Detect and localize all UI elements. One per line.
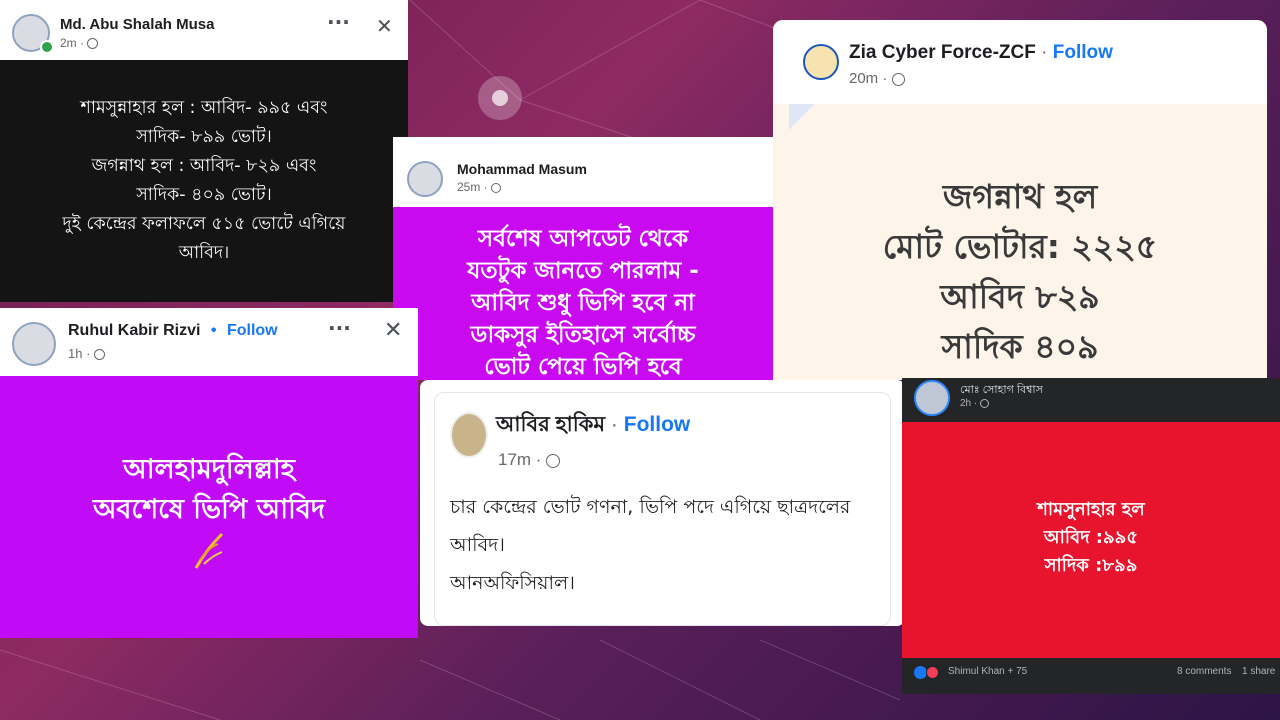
love-reaction-icon[interactable] xyxy=(926,666,939,679)
post-header: Md. Abu Shalah Musa 2m · ··· ✕ xyxy=(0,0,408,60)
post-text-line: চার কেন্দ্রের ভোট গণনা, ভিপি পদে এগিয়ে … xyxy=(450,496,851,518)
post-meta: 20m · xyxy=(849,70,905,87)
globe-icon xyxy=(87,38,99,50)
post-text-line: মোট ভোটার: ২২২৫ xyxy=(882,227,1158,266)
follow-button[interactable]: Follow xyxy=(1053,42,1113,63)
post-meta: 2h · xyxy=(960,398,990,409)
author-name: Ruhul Kabir Rizvi • Follow xyxy=(68,322,278,340)
post-header: Ruhul Kabir Rizvi • Follow 1h · ··· ✕ xyxy=(0,308,418,376)
post-header: Mohammad Masum 25m · xyxy=(393,137,773,207)
post-body: শামসুনাহার হল আবিদ :৯৯৫ সাদিক :৮৯৯ xyxy=(902,496,1280,580)
post-text-line: আবিদ। xyxy=(450,534,505,556)
post-text-line: শামসুনাহার হল xyxy=(1037,499,1145,520)
post-text-line: ভোট পেয়ে ভিপি হবে xyxy=(484,354,682,380)
post-text-line: সাদিক :৮৯৯ xyxy=(1044,555,1138,576)
post-body: শামসুন্নাহার হল : আবিদ- ৯৯৫ এবং সাদিক- ৮… xyxy=(0,94,408,268)
post-card-abir: আবির হাকিম · Follow 17m · চার কেন্দ্রের … xyxy=(420,380,905,626)
more-options-icon[interactable]: ··· xyxy=(327,10,350,34)
author-name: Zia Cyber Force-ZCF · Follow xyxy=(849,42,1113,64)
post-text-line: সাদিক ৪০৯ xyxy=(941,327,1099,366)
post-time[interactable]: 2m xyxy=(60,36,77,50)
globe-icon xyxy=(491,182,502,193)
post-text-line: আনঅফিসিয়াল। xyxy=(450,572,575,594)
post-body: সর্বশেষ আপডেট থেকে যতটুক জানতে পারলাম - … xyxy=(393,223,773,380)
post-card-zcf: Zia Cyber Force-ZCF · Follow 20m · জগন্ন… xyxy=(773,20,1267,380)
post-time[interactable]: 25m xyxy=(457,180,480,194)
globe-icon xyxy=(891,72,905,86)
avatar[interactable] xyxy=(803,44,839,80)
post-text-line: সাদিক- ৪০৯ ভোট। xyxy=(136,185,272,205)
post-text-line: সাদিক- ৮৯৯ ভোট। xyxy=(136,127,272,147)
post-card-musa: Md. Abu Shalah Musa 2m · ··· ✕ শামসুন্না… xyxy=(0,0,408,302)
author-name: আবির হাকিম · Follow xyxy=(496,408,690,443)
author-name-text[interactable]: Ruhul Kabir Rizvi xyxy=(68,322,200,339)
globe-icon xyxy=(546,453,561,468)
post-text-line: শামসুন্নাহার হল : আবিদ- ৯৯৫ এবং xyxy=(80,98,328,118)
post-body: জগন্নাথ হল মোট ভোটার: ২২২৫ আবিদ ৮২৯ সাদি… xyxy=(773,172,1267,372)
post-text-line: আলহামদুলিল্লাহ xyxy=(123,454,295,485)
paddy-icon xyxy=(194,532,224,569)
post-meta: 2m · xyxy=(60,36,99,50)
post-text-line: জগন্নাথ হল : আবিদ- ৮২৯ এবং xyxy=(91,156,317,176)
online-status-dot xyxy=(40,40,54,54)
post-body: আলহামদুলিল্লাহ অবশেষে ভিপি আবিদ xyxy=(0,450,418,530)
post-meta: 17m · xyxy=(498,450,561,470)
post-image-area: শামসুনাহার হল আবিদ :৯৯৫ সাদিক :৮৯৯ xyxy=(902,422,1280,658)
post-time[interactable]: 2h xyxy=(960,398,971,409)
separator: · xyxy=(1041,42,1048,63)
post-header: মোঃ সোহাগ বিশ্বাস 2h · xyxy=(902,378,1280,422)
author-name-text[interactable]: আবির হাকিম xyxy=(496,413,605,436)
post-card-masum: Mohammad Masum 25m · সর্বশেষ আপডেট থেকে … xyxy=(393,137,773,380)
follow-button[interactable]: Follow xyxy=(227,322,278,339)
post-card-sohag: মোঃ সোহাগ বিশ্বাস 2h · শামসুনাহার হল আবি… xyxy=(902,378,1280,694)
post-card-rizvi: Ruhul Kabir Rizvi • Follow 1h · ··· ✕ আল… xyxy=(0,308,418,638)
close-icon[interactable]: ✕ xyxy=(376,14,393,38)
reactions-summary[interactable]: Shimul Khan + 75 xyxy=(948,666,1027,677)
post-header: Zia Cyber Force-ZCF · Follow 20m · xyxy=(773,20,1267,104)
post-text-line: সর্বশেষ আপডেট থেকে xyxy=(477,226,689,252)
post-text-line: জগন্নাথ হল xyxy=(942,177,1098,216)
post-time[interactable]: 1h xyxy=(68,346,82,361)
author-name[interactable]: Mohammad Masum xyxy=(457,161,587,177)
post-text-line: আবিদ :৯৯৫ xyxy=(1043,527,1139,548)
post-footer: Shimul Khan + 75 8 comments 1 share xyxy=(902,658,1280,694)
globe-icon xyxy=(94,349,106,361)
avatar[interactable] xyxy=(914,380,950,416)
separator: · xyxy=(610,413,618,436)
post-text-line: অবশেষে ভিপি আবিদ xyxy=(92,494,326,525)
decorative-corner-shape xyxy=(789,104,815,130)
close-icon[interactable]: ✕ xyxy=(384,318,402,343)
follow-button[interactable]: Follow xyxy=(624,413,691,436)
post-time[interactable]: 20m xyxy=(849,70,878,87)
author-name-text[interactable]: Zia Cyber Force-ZCF xyxy=(849,42,1036,63)
post-time[interactable]: 17m xyxy=(498,450,531,469)
separator: • xyxy=(210,322,217,339)
avatar[interactable] xyxy=(12,322,56,366)
more-options-icon[interactable]: ··· xyxy=(328,316,351,340)
post-text-line: আবিদ শুধু ভিপি হবে না xyxy=(471,290,695,316)
post-body: চার কেন্দ্রের ভোট গণনা, ভিপি পদে এগিয়ে … xyxy=(450,488,850,602)
post-text-line: দুই কেন্দ্রের ফলাফলে ৫১৫ ভোটে এগিয়ে xyxy=(62,214,346,234)
post-meta: 25m · xyxy=(457,180,502,194)
avatar[interactable] xyxy=(450,412,488,458)
avatar[interactable] xyxy=(407,161,443,197)
post-text-line: ডাকসুর ইতিহাসে সর্বোচ্চ xyxy=(470,322,696,348)
comments-count[interactable]: 8 comments xyxy=(1177,666,1231,677)
post-text-line: আবিদ ৮২৯ xyxy=(940,277,1100,316)
post-meta: 1h · xyxy=(68,346,106,361)
post-text-line: যতটুক জানতে পারলাম - xyxy=(467,258,699,284)
shares-count[interactable]: 1 share xyxy=(1242,666,1275,677)
author-name[interactable]: Md. Abu Shalah Musa xyxy=(60,16,214,33)
globe-icon xyxy=(980,398,990,408)
post-text-line: আবিদ। xyxy=(178,243,230,263)
